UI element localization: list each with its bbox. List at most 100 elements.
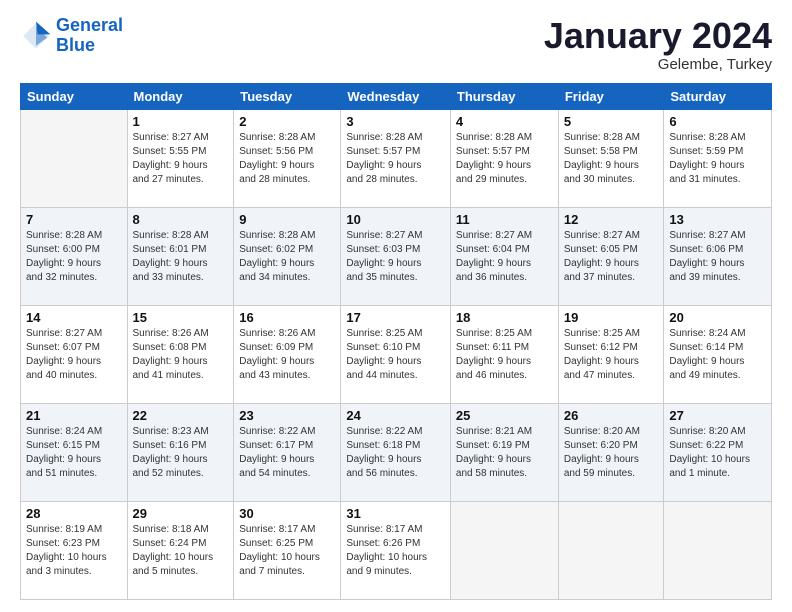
logo-text: General Blue: [56, 16, 123, 56]
day-info: Sunrise: 8:27 AM Sunset: 6:06 PM Dayligh…: [669, 229, 766, 285]
day-info: Sunrise: 8:27 AM Sunset: 6:04 PM Dayligh…: [456, 229, 553, 285]
day-info: Sunrise: 8:20 AM Sunset: 6:22 PM Dayligh…: [669, 425, 766, 481]
calendar-cell: 23 Sunrise: 8:22 AM Sunset: 6:17 PM Dayli…: [234, 403, 341, 501]
day-number: 5: [564, 114, 659, 129]
day-info: Sunrise: 8:22 AM Sunset: 6:17 PM Dayligh…: [239, 425, 335, 481]
day-info: Sunrise: 8:27 AM Sunset: 5:55 PM Dayligh…: [133, 131, 229, 187]
calendar-cell: 19 Sunrise: 8:25 AM Sunset: 6:12 PM Dayli…: [558, 305, 664, 403]
calendar-cell: [21, 109, 128, 207]
weekday-header-monday: Monday: [127, 83, 234, 109]
calendar-cell: 15 Sunrise: 8:26 AM Sunset: 6:08 PM Dayli…: [127, 305, 234, 403]
calendar-table: SundayMondayTuesdayWednesdayThursdayFrid…: [20, 83, 772, 600]
calendar-cell: 4 Sunrise: 8:28 AM Sunset: 5:57 PM Daylig…: [450, 109, 558, 207]
day-number: 23: [239, 408, 335, 423]
day-info: Sunrise: 8:23 AM Sunset: 6:16 PM Dayligh…: [133, 425, 229, 481]
day-number: 4: [456, 114, 553, 129]
day-number: 1: [133, 114, 229, 129]
day-number: 11: [456, 212, 553, 227]
calendar-week-row: 7 Sunrise: 8:28 AM Sunset: 6:00 PM Daylig…: [21, 207, 772, 305]
calendar-cell: 8Sunrise: 8:28 AM Sunset: 6:01 PM Daylig…: [127, 207, 234, 305]
day-info: Sunrise: 8:24 AM Sunset: 6:14 PM Dayligh…: [669, 327, 766, 383]
header: General Blue January 2024 Gelembe, Turke…: [20, 16, 772, 73]
calendar-cell: 11 Sunrise: 8:27 AM Sunset: 6:04 PM Dayli…: [450, 207, 558, 305]
day-info: Sunrise: 8:21 AM Sunset: 6:19 PM Dayligh…: [456, 425, 553, 481]
day-number: 28: [26, 506, 122, 521]
calendar-cell: 24 Sunrise: 8:22 AM Sunset: 6:18 PM Dayli…: [341, 403, 451, 501]
day-number: 29: [133, 506, 229, 521]
calendar-cell: 29Sunrise: 8:18 AM Sunset: 6:24 PM Dayli…: [127, 501, 234, 599]
location-subtitle: Gelembe, Turkey: [544, 56, 772, 73]
weekday-header-wednesday: Wednesday: [341, 83, 451, 109]
day-number: 10: [346, 212, 445, 227]
calendar-cell: 5Sunrise: 8:28 AM Sunset: 5:58 PM Daylig…: [558, 109, 664, 207]
day-number: 3: [346, 114, 445, 129]
weekday-header-sunday: Sunday: [21, 83, 128, 109]
day-number: 21: [26, 408, 122, 423]
day-info: Sunrise: 8:17 AM Sunset: 6:25 PM Dayligh…: [239, 523, 335, 579]
calendar-cell: [450, 501, 558, 599]
calendar-cell: 18 Sunrise: 8:25 AM Sunset: 6:11 PM Dayli…: [450, 305, 558, 403]
calendar-cell: 12Sunrise: 8:27 AM Sunset: 6:05 PM Dayli…: [558, 207, 664, 305]
calendar-cell: 6Sunrise: 8:28 AM Sunset: 5:59 PM Daylig…: [664, 109, 772, 207]
day-info: Sunrise: 8:25 AM Sunset: 6:12 PM Dayligh…: [564, 327, 659, 383]
day-number: 9: [239, 212, 335, 227]
calendar-cell: [664, 501, 772, 599]
day-number: 7: [26, 212, 122, 227]
calendar-week-row: 28Sunrise: 8:19 AM Sunset: 6:23 PM Dayli…: [21, 501, 772, 599]
day-number: 13: [669, 212, 766, 227]
day-number: 24: [346, 408, 445, 423]
day-info: Sunrise: 8:26 AM Sunset: 6:09 PM Dayligh…: [239, 327, 335, 383]
day-number: 14: [26, 310, 122, 325]
calendar-week-row: 21 Sunrise: 8:24 AM Sunset: 6:15 PM Dayli…: [21, 403, 772, 501]
calendar-week-row: 1 Sunrise: 8:27 AM Sunset: 5:55 PM Daylig…: [21, 109, 772, 207]
calendar-cell: 17Sunrise: 8:25 AM Sunset: 6:10 PM Dayli…: [341, 305, 451, 403]
day-info: Sunrise: 8:20 AM Sunset: 6:20 PM Dayligh…: [564, 425, 659, 481]
day-number: 22: [133, 408, 229, 423]
day-number: 25: [456, 408, 553, 423]
logo-icon: [20, 20, 52, 52]
day-number: 27: [669, 408, 766, 423]
calendar-cell: 2 Sunrise: 8:28 AM Sunset: 5:56 PM Daylig…: [234, 109, 341, 207]
calendar-cell: 14 Sunrise: 8:27 AM Sunset: 6:07 PM Dayli…: [21, 305, 128, 403]
day-info: Sunrise: 8:27 AM Sunset: 6:07 PM Dayligh…: [26, 327, 122, 383]
day-info: Sunrise: 8:28 AM Sunset: 6:01 PM Dayligh…: [133, 229, 229, 285]
calendar-cell: 20 Sunrise: 8:24 AM Sunset: 6:14 PM Dayli…: [664, 305, 772, 403]
day-number: 12: [564, 212, 659, 227]
calendar-week-row: 14 Sunrise: 8:27 AM Sunset: 6:07 PM Dayli…: [21, 305, 772, 403]
day-number: 19: [564, 310, 659, 325]
logo: General Blue: [20, 16, 123, 56]
calendar-cell: 13 Sunrise: 8:27 AM Sunset: 6:06 PM Dayli…: [664, 207, 772, 305]
calendar-cell: 25 Sunrise: 8:21 AM Sunset: 6:19 PM Dayli…: [450, 403, 558, 501]
calendar-cell: 10Sunrise: 8:27 AM Sunset: 6:03 PM Dayli…: [341, 207, 451, 305]
day-number: 6: [669, 114, 766, 129]
day-number: 20: [669, 310, 766, 325]
day-info: Sunrise: 8:26 AM Sunset: 6:08 PM Dayligh…: [133, 327, 229, 383]
calendar-cell: 21 Sunrise: 8:24 AM Sunset: 6:15 PM Dayli…: [21, 403, 128, 501]
calendar-cell: 27 Sunrise: 8:20 AM Sunset: 6:22 PM Dayli…: [664, 403, 772, 501]
day-info: Sunrise: 8:28 AM Sunset: 5:57 PM Dayligh…: [456, 131, 553, 187]
day-info: Sunrise: 8:28 AM Sunset: 5:56 PM Dayligh…: [239, 131, 335, 187]
day-number: 31: [346, 506, 445, 521]
day-number: 2: [239, 114, 335, 129]
calendar-cell: 1 Sunrise: 8:27 AM Sunset: 5:55 PM Daylig…: [127, 109, 234, 207]
day-info: Sunrise: 8:28 AM Sunset: 6:02 PM Dayligh…: [239, 229, 335, 285]
day-number: 15: [133, 310, 229, 325]
calendar-cell: 16Sunrise: 8:26 AM Sunset: 6:09 PM Dayli…: [234, 305, 341, 403]
calendar-cell: 31 Sunrise: 8:17 AM Sunset: 6:26 PM Dayli…: [341, 501, 451, 599]
day-info: Sunrise: 8:28 AM Sunset: 5:57 PM Dayligh…: [346, 131, 445, 187]
logo-line2: Blue: [56, 35, 95, 55]
day-number: 17: [346, 310, 445, 325]
weekday-header-saturday: Saturday: [664, 83, 772, 109]
day-info: Sunrise: 8:22 AM Sunset: 6:18 PM Dayligh…: [346, 425, 445, 481]
calendar-cell: 22 Sunrise: 8:23 AM Sunset: 6:16 PM Dayli…: [127, 403, 234, 501]
month-title: January 2024: [544, 16, 772, 56]
day-info: Sunrise: 8:28 AM Sunset: 6:00 PM Dayligh…: [26, 229, 122, 285]
day-number: 18: [456, 310, 553, 325]
calendar-cell: 7 Sunrise: 8:28 AM Sunset: 6:00 PM Daylig…: [21, 207, 128, 305]
day-info: Sunrise: 8:17 AM Sunset: 6:26 PM Dayligh…: [346, 523, 445, 579]
logo-line1: General: [56, 15, 123, 35]
calendar-cell: [558, 501, 664, 599]
calendar-cell: 28Sunrise: 8:19 AM Sunset: 6:23 PM Dayli…: [21, 501, 128, 599]
day-info: Sunrise: 8:25 AM Sunset: 6:11 PM Dayligh…: [456, 327, 553, 383]
day-info: Sunrise: 8:24 AM Sunset: 6:15 PM Dayligh…: [26, 425, 122, 481]
